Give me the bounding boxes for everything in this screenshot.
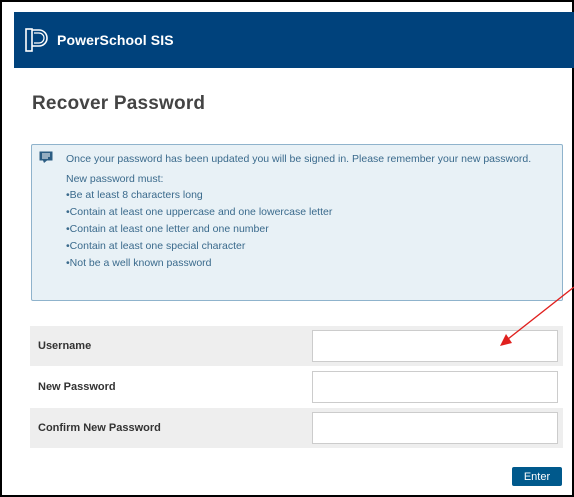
recover-password-form: Username New Password Confirm New Passwo… [30, 325, 563, 448]
rule-item: •Contain at least one special character [66, 240, 246, 252]
notice-lead-text: Once your password has been updated you … [66, 153, 532, 165]
confirm-password-label: Confirm New Password [38, 422, 161, 434]
enter-button[interactable]: Enter [512, 467, 562, 486]
rule-item: •Contain at least one letter and one num… [66, 223, 269, 235]
message-icon [39, 151, 53, 163]
confirm-password-row: Confirm New Password [30, 407, 563, 448]
username-row: Username [30, 325, 563, 366]
new-password-input[interactable] [312, 371, 558, 403]
app-header: PowerSchool SIS [14, 12, 574, 68]
rules-title: New password must: [66, 173, 164, 185]
rule-item: •Not be a well known password [66, 257, 212, 269]
window-frame: PowerSchool SIS Recover Password Once yo… [0, 0, 574, 497]
rule-item: •Contain at least one uppercase and one … [66, 206, 333, 218]
username-input[interactable] [312, 330, 558, 362]
page-title: Recover Password [32, 93, 206, 114]
app-title: PowerSchool SIS [57, 32, 174, 48]
powerschool-logo-icon [25, 28, 48, 52]
new-password-label: New Password [38, 381, 116, 393]
username-label: Username [38, 340, 92, 352]
new-password-row: New Password [30, 366, 563, 407]
rule-item: •Be at least 8 characters long [66, 189, 203, 201]
confirm-password-input[interactable] [312, 412, 558, 444]
password-rules-notice: Once your password has been updated you … [31, 144, 563, 301]
